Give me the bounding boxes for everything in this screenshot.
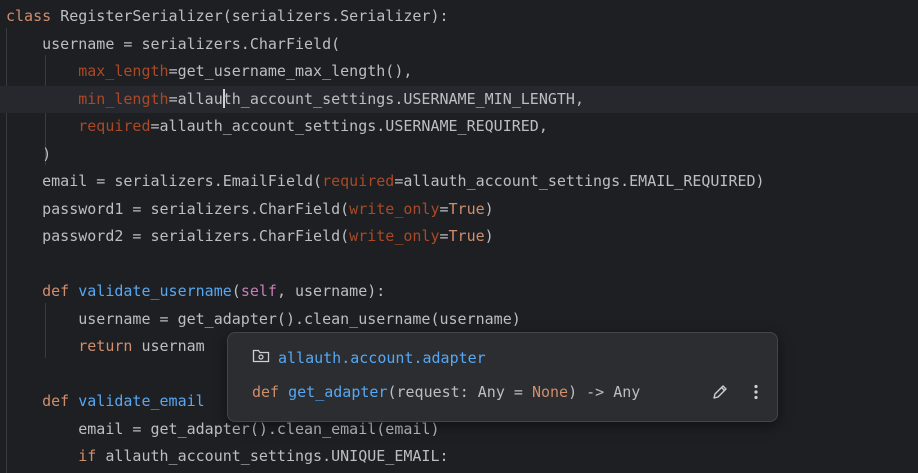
code-token: min_length xyxy=(6,89,169,108)
code-token: ( xyxy=(231,282,241,300)
code-token: email = get_adapter().clean_email(email) xyxy=(6,419,440,438)
code-line[interactable]: max_length=get_username_max_length(), xyxy=(0,58,918,86)
code-text: password2 = serializers.CharField(write_… xyxy=(6,223,494,251)
code-token: ) xyxy=(6,144,52,163)
code-text: def validate_username(self, username): xyxy=(6,278,385,306)
code-token: = xyxy=(439,199,449,218)
code-text: ) xyxy=(6,141,51,169)
code-token: self xyxy=(240,282,277,300)
code-text: max_length=get_username_max_length(), xyxy=(6,58,412,86)
code-token: =allauth_account_settings.EMAIL_REQUIRED… xyxy=(394,172,765,190)
code-token: required xyxy=(6,117,151,135)
code-token: username = serializers.CharField( xyxy=(6,34,341,53)
pencil-icon[interactable] xyxy=(709,381,731,403)
code-text: email = serializers.EmailField(required=… xyxy=(6,168,765,196)
code-line[interactable]: username = serializers.CharField( xyxy=(0,31,918,59)
code-token: email = serializers.EmailField( xyxy=(6,172,323,190)
code-text: min_length=allauth_account_settings.USER… xyxy=(6,86,584,114)
package-name[interactable]: allauth.account.adapter xyxy=(278,349,486,367)
code-text: username = get_adapter().clean_username(… xyxy=(6,306,521,334)
code-line[interactable]: ) xyxy=(0,141,918,169)
code-text: if allauth_account_settings.UNIQUE_EMAIL… xyxy=(6,443,449,471)
signature-token: (request: Any = xyxy=(387,383,532,401)
code-token: True xyxy=(448,199,485,218)
signature-token: def xyxy=(252,383,289,401)
code-token: max_length xyxy=(6,62,169,80)
code-token: =allauth_account_settings.USERNAME_REQUI… xyxy=(150,117,548,135)
quick-documentation-popup: allauth.account.adapter def get_adapter(… xyxy=(227,332,778,422)
code-text: return usernam xyxy=(6,333,205,361)
more-vertical-icon[interactable] xyxy=(745,381,767,403)
code-text: password1 = serializers.CharField(write_… xyxy=(6,196,494,224)
code-token: password2 = serializers.CharField( xyxy=(6,227,350,245)
code-token: validate_username xyxy=(78,282,232,300)
code-token: def xyxy=(6,392,79,410)
signature-token: get_adapter xyxy=(288,383,388,401)
package-icon xyxy=(252,348,270,368)
code-token: validate_email xyxy=(78,392,205,410)
code-text: def validate_email xyxy=(6,388,205,416)
code-token: write_only xyxy=(349,199,440,218)
code-token: def xyxy=(6,282,79,300)
code-line[interactable]: def validate_username(self, username): xyxy=(0,278,918,306)
signature-token: None xyxy=(531,383,569,401)
signature-token: ) -> Any xyxy=(568,383,641,401)
code-text: required=allauth_account_settings.USERNA… xyxy=(6,113,548,141)
code-token: , username): xyxy=(276,282,386,300)
code-token: class xyxy=(6,7,61,25)
code-token: th_account_settings.USERNAME_MIN_LENGTH, xyxy=(222,89,584,108)
code-token: username = get_adapter().clean_username(… xyxy=(6,309,521,328)
code-token: =allau xyxy=(168,89,223,108)
code-token: =get_username_max_length(), xyxy=(168,62,413,80)
code-text: class RegisterSerializer(serializers.Ser… xyxy=(6,3,449,31)
code-text: username = serializers.CharField( xyxy=(6,31,340,59)
code-token: True xyxy=(448,227,485,245)
code-token: write_only xyxy=(349,227,440,245)
package-row: allauth.account.adapter xyxy=(252,347,486,369)
code-line[interactable]: password1 = serializers.CharField(write_… xyxy=(0,196,918,224)
code-line[interactable]: required=allauth_account_settings.USERNA… xyxy=(0,113,918,141)
code-token: ) xyxy=(484,199,494,218)
code-token: required xyxy=(322,172,395,190)
code-token: return xyxy=(6,337,142,355)
code-token: password1 = serializers.CharField( xyxy=(6,199,350,218)
code-token: = xyxy=(439,227,449,245)
code-line[interactable] xyxy=(0,251,918,279)
code-line[interactable]: if allauth_account_settings.UNIQUE_EMAIL… xyxy=(0,443,918,471)
code-token: ) xyxy=(484,227,494,245)
code-token: allauth_account_settings.UNIQUE_EMAIL: xyxy=(105,447,449,465)
code-line[interactable]: username = get_adapter().clean_username(… xyxy=(0,306,918,334)
code-line[interactable]: password2 = serializers.CharField(write_… xyxy=(0,223,918,251)
code-line[interactable]: min_length=allauth_account_settings.USER… xyxy=(0,85,918,114)
code-token: usernam xyxy=(141,337,205,355)
code-token: RegisterSerializer(serializers.Serialize… xyxy=(60,7,449,25)
code-token: if xyxy=(6,447,106,465)
code-line[interactable]: email = serializers.EmailField(required=… xyxy=(0,168,918,196)
function-signature: def get_adapter(request: Any = None) -> … xyxy=(252,381,640,403)
code-line[interactable]: class RegisterSerializer(serializers.Ser… xyxy=(0,3,918,31)
